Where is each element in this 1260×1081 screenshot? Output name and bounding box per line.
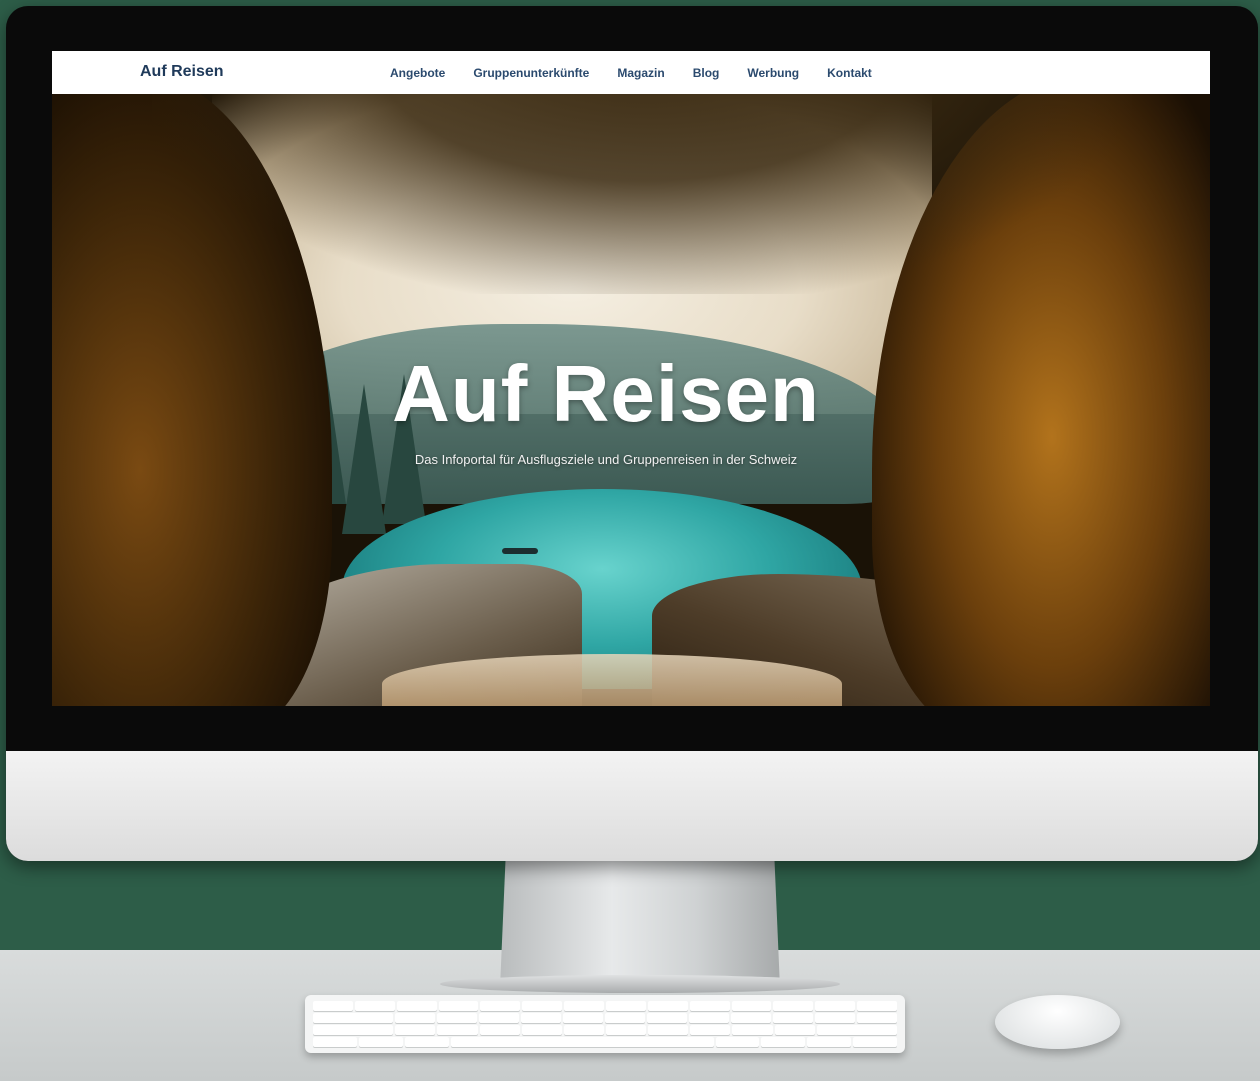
site-navbar: Auf Reisen Angebote Gruppenunterkünfte M… [52,51,1210,94]
monitor-stand [500,858,780,988]
nav-item-angebote[interactable]: Angebote [390,66,445,80]
keyboard [305,995,905,1053]
nav-item-blog[interactable]: Blog [693,66,720,80]
website-screen: Auf Reisen Angebote Gruppenunterkünfte M… [52,51,1210,706]
photo-scene: Auf Reisen Angebote Gruppenunterkünfte M… [0,0,1260,1081]
hero-text-block: Auf Reisen Das Infoportal für Ausflugszi… [52,349,1210,468]
main-nav: Angebote Gruppenunterkünfte Magazin Blog… [390,51,872,94]
site-logo-link[interactable]: Auf Reisen [140,63,224,81]
hero-image-canopy [152,94,1132,294]
hero-subtitle: Das Infoportal für Ausflugsziele und Gru… [414,452,798,467]
nav-item-werbung[interactable]: Werbung [747,66,799,80]
monitor: Auf Reisen Angebote Gruppenunterkünfte M… [6,6,1258,861]
hero-title: Auf Reisen [392,349,820,438]
monitor-stand-base [440,975,840,993]
nav-item-gruppenunterkuenfte[interactable]: Gruppenunterkünfte [473,66,589,80]
mouse [995,995,1120,1049]
nav-item-magazin[interactable]: Magazin [617,66,664,80]
hero-image-boat [502,548,538,554]
monitor-chin [6,751,1258,861]
hero-image-beach [382,654,842,706]
nav-item-kontakt[interactable]: Kontakt [827,66,872,80]
hero-section: Auf Reisen Das Infoportal für Ausflugszi… [52,94,1210,706]
